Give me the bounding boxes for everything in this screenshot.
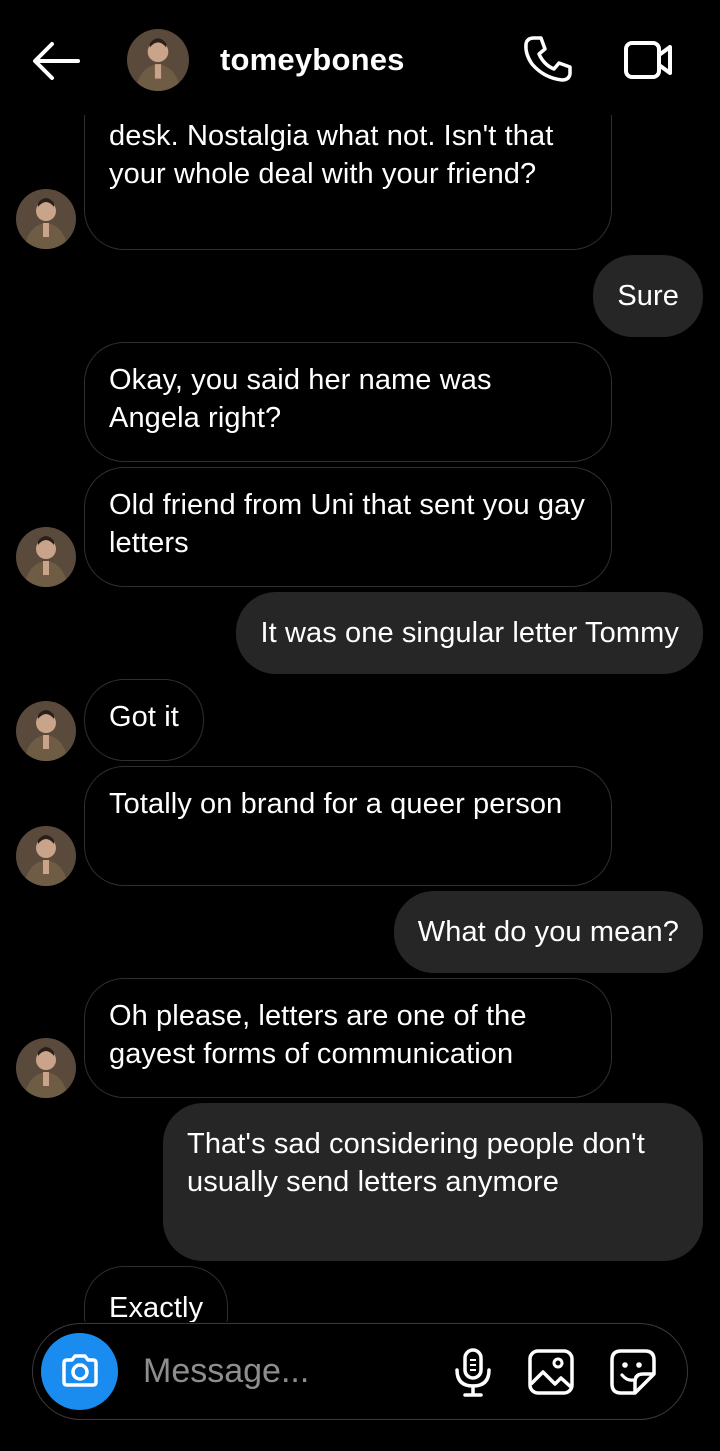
outgoing-message[interactable]: What do you mean?	[393, 891, 703, 973]
incoming-message[interactable]: Got it	[84, 679, 204, 761]
video-camera-icon	[624, 41, 672, 79]
camera-icon	[62, 1354, 98, 1387]
chat-username[interactable]: tomeybones	[220, 42, 405, 78]
outgoing-message[interactable]: Sure	[593, 255, 703, 337]
voice-call-button[interactable]	[520, 34, 574, 84]
avatar[interactable]	[16, 701, 76, 761]
message-input[interactable]	[143, 1346, 443, 1396]
chat-header: tomeybones	[0, 0, 720, 115]
back-button[interactable]	[28, 38, 84, 84]
message-text: desk. Nostalgia what not. Isn't that you…	[109, 120, 554, 190]
phone-icon	[524, 36, 572, 82]
message-text: Oh please, letters are one of the gayest…	[109, 1000, 527, 1070]
gallery-button[interactable]	[527, 1348, 575, 1396]
profile-avatar[interactable]	[127, 29, 189, 91]
microphone-icon	[455, 1348, 491, 1397]
sticker-button[interactable]	[609, 1348, 657, 1396]
message-text: Got it	[109, 701, 179, 733]
message-text: That's sad considering people don't usua…	[187, 1128, 645, 1198]
message-text: Okay, you said her name was Angela right…	[109, 364, 492, 434]
video-call-button[interactable]	[618, 36, 678, 84]
incoming-message[interactable]: Totally on brand for a queer person	[84, 766, 612, 886]
incoming-message[interactable]: Exactly	[84, 1266, 229, 1322]
message-thread[interactable]: desk. Nostalgia what not. Isn't that you…	[0, 0, 720, 1322]
incoming-message[interactable]: Oh please, letters are one of the gayest…	[84, 978, 612, 1098]
message-text: It was one singular letter Tommy	[260, 617, 679, 649]
message-text: Exactly	[109, 1292, 204, 1322]
avatar[interactable]	[16, 527, 76, 587]
avatar[interactable]	[16, 189, 76, 249]
incoming-message[interactable]: Okay, you said her name was Angela right…	[84, 342, 612, 462]
message-text: Old friend from Uni that sent you gay le…	[109, 489, 585, 559]
avatar[interactable]	[16, 1038, 76, 1098]
incoming-message[interactable]: Old friend from Uni that sent you gay le…	[84, 467, 612, 587]
message-text: What do you mean?	[417, 916, 679, 948]
arrow-left-icon	[33, 42, 80, 80]
image-icon	[528, 1349, 574, 1395]
avatar[interactable]	[16, 826, 76, 886]
camera-button[interactable]	[41, 1333, 118, 1410]
message-composer	[32, 1323, 688, 1420]
message-text: Totally on brand for a queer person	[109, 788, 563, 820]
voice-message-button[interactable]	[451, 1348, 495, 1398]
sticker-icon	[610, 1349, 656, 1395]
outgoing-message[interactable]: That's sad considering people don't usua…	[163, 1103, 703, 1261]
outgoing-message[interactable]: It was one singular letter Tommy	[236, 592, 703, 674]
incoming-message[interactable]: desk. Nostalgia what not. Isn't that you…	[84, 94, 612, 250]
message-text: Sure	[617, 280, 679, 312]
